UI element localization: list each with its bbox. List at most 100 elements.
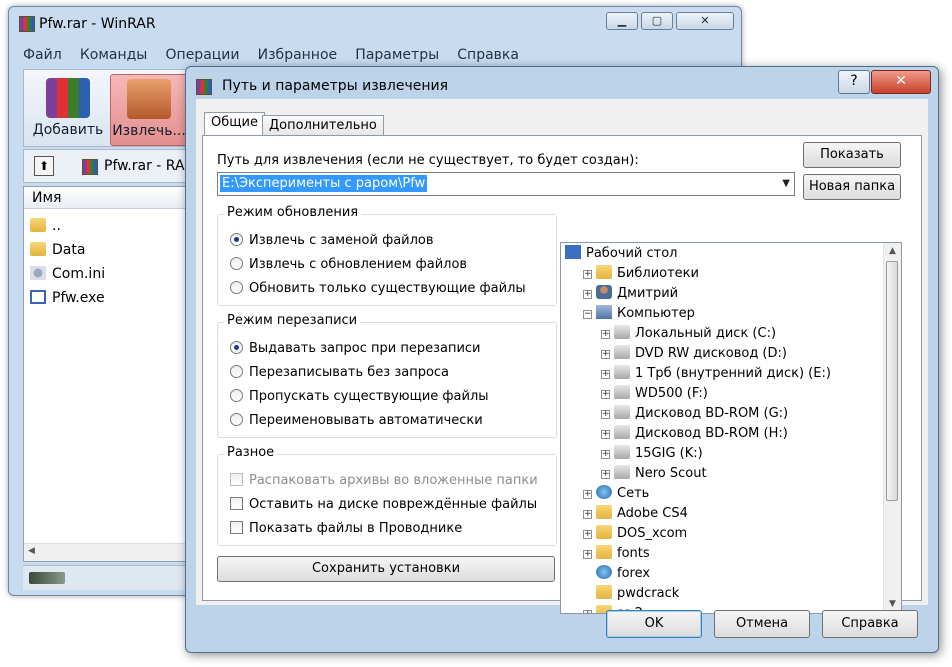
computer-icon [596,305,612,319]
tree-expander-icon[interactable]: + [601,450,610,459]
tab-advanced[interactable]: Дополнительно [262,115,384,137]
main-menubar: Файл Команды Операции Избранное Параметр… [23,47,733,67]
tree-expander-icon[interactable]: + [601,470,610,479]
tree-expander-icon[interactable]: + [601,330,610,339]
tree-vertical-scrollbar[interactable]: ▲ ▼ [883,243,901,613]
tree-node[interactable]: + WD500 (F:) [601,384,708,404]
tree-expander-icon[interactable]: + [583,510,592,519]
help-question-button[interactable]: ? [838,70,870,94]
tree-node[interactable]: + Библиотеки [583,264,699,284]
radio[interactable] [230,413,243,426]
cancel-button[interactable]: Отмена [714,610,810,638]
tree-node-label: DVD RW дисковод (D:) [635,346,787,361]
list-item[interactable]: .. [30,215,61,237]
settings-file-icon [30,266,46,280]
menu-operations[interactable]: Операции [166,47,240,63]
menu-file[interactable]: Файл [23,47,62,63]
tree-expander-icon[interactable]: + [601,350,610,359]
list-item[interactable]: Com.ini [30,263,105,285]
extract-path-combobox[interactable]: E:\Эксперименты с раром\Pfw ▼ [217,172,795,196]
up-folder-icon[interactable]: ⬆ [34,156,54,176]
tree-expander-icon[interactable]: + [601,390,610,399]
tab-general[interactable]: Общие [204,112,265,137]
radio[interactable] [230,281,243,294]
drive-icon [614,365,630,379]
tree-expander-icon[interactable]: + [601,370,610,379]
tree-node[interactable]: + Дмитрий [583,284,678,304]
checkbox[interactable] [230,521,243,534]
list-item[interactable]: Data [30,239,85,261]
tree-node[interactable]: forex [583,564,650,584]
tree-expander-icon[interactable]: + [601,410,610,419]
main-window-title: Pfw.rar - WinRAR [39,16,156,32]
radio-selected[interactable] [230,233,243,246]
misc-option-show-in-explorer[interactable]: Показать файлы в Проводнике [230,519,462,539]
list-item[interactable]: Pfw.exe [30,287,105,309]
tree-node[interactable]: − Компьютер [583,304,695,324]
tree-node[interactable]: + DOS_xcom [583,524,687,544]
tree-node-label: 15GIG (K:) [635,446,703,461]
tree-node[interactable]: + Adobe CS4 [583,504,688,524]
menu-help[interactable]: Справка [457,47,519,63]
tree-node[interactable]: + Nero Scout [601,464,707,484]
tree-expander-icon[interactable]: + [583,530,592,539]
tree-node[interactable]: + Локальный диск (C:) [601,324,776,344]
radio[interactable] [230,389,243,402]
checkbox[interactable] [230,497,243,510]
scroll-up-arrow-icon[interactable]: ▲ [884,243,901,260]
tree-expander-icon[interactable]: + [583,290,592,299]
tree-node-label: Дисковод BD-ROM (H:) [635,426,788,441]
tree-expander-icon[interactable]: − [583,310,592,319]
folder-icon [596,525,612,539]
update-option-update[interactable]: Извлечь с обновлением файлов [230,255,467,275]
radio[interactable] [230,365,243,378]
overwrite-option-ask[interactable]: Выдавать запрос при перезаписи [230,339,481,359]
tree-node[interactable]: +15GIG (K:) [601,444,703,464]
radio[interactable] [230,257,243,270]
close-button[interactable]: ✕ [676,12,734,30]
folder-icon [596,585,612,599]
new-folder-button[interactable]: Новая папка [803,174,901,200]
overwrite-option-rename[interactable]: Переименовывать автоматически [230,411,483,431]
tree-node[interactable]: Рабочий стол [565,244,677,264]
tree-node[interactable]: + Дисковод BD-ROM (H:) [601,424,788,444]
tree-node[interactable]: + DVD RW дисковод (D:) [601,344,787,364]
tree-node[interactable]: + Сеть [583,484,649,504]
tree-expander-icon[interactable]: + [601,430,610,439]
save-settings-button[interactable]: Сохранить установки [217,556,555,582]
overwrite-option-no-prompt[interactable]: Перезаписывать без запроса [230,363,449,383]
tree-node[interactable]: pwdcrack [583,584,679,604]
scroll-left-arrow-icon[interactable]: ◀ [28,546,35,556]
radio-selected[interactable] [230,341,243,354]
folder-tree[interactable]: Рабочий стол + Библиотеки + Дмитрий − Компьюте… [560,242,902,614]
extract-button[interactable]: Извлечь... [110,74,188,146]
update-option-existing-only[interactable]: Обновить только существующие файлы [230,279,526,299]
tree-expander-icon[interactable]: + [583,610,592,613]
ok-button[interactable]: OK [606,610,702,638]
menu-commands[interactable]: Команды [80,47,148,63]
chevron-down-icon[interactable]: ▼ [782,178,790,189]
tree-node[interactable]: + Дисковод BD-ROM (G:) [601,404,788,424]
menu-favorites[interactable]: Избранное [258,47,338,63]
tree-node[interactable]: + fonts [583,544,650,564]
maximize-button[interactable]: ▢ [641,12,673,30]
misc-option-keep-broken[interactable]: Оставить на диске повреждённые файлы [230,495,537,515]
menu-options[interactable]: Параметры [355,47,439,63]
help-button[interactable]: Справка [822,610,918,638]
tree-expander-icon[interactable]: + [583,550,592,559]
tree-scroll-thumb[interactable] [886,261,898,501]
tree-node-label: Nero Scout [635,466,707,481]
update-option-replace[interactable]: Извлечь с заменой файлов [230,231,434,251]
folder-icon [30,242,46,256]
folder-icon [596,265,612,279]
horizontal-scrollbar[interactable]: ◀ [24,543,204,561]
minimize-button[interactable]: ▁ [606,12,638,30]
show-button[interactable]: Показать [803,142,901,168]
overwrite-option-skip[interactable]: Пропускать существующие файлы [230,387,489,407]
archive-icon [82,159,98,175]
tree-node[interactable]: +1 Трб (внутренний диск) (E:) [601,364,831,384]
tree-expander-icon[interactable]: + [583,270,592,279]
add-button[interactable]: Добавить [30,74,106,144]
tree-expander-icon[interactable]: + [583,490,592,499]
dialog-close-button[interactable]: ✕ [871,70,931,94]
